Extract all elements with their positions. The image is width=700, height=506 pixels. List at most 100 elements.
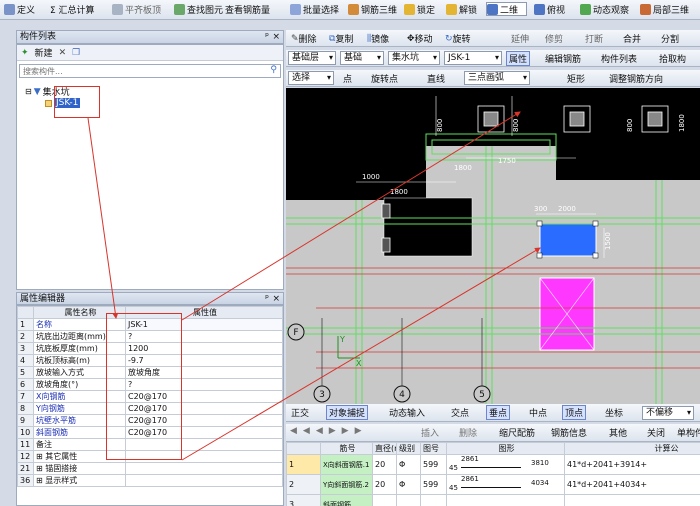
merge-button[interactable]: 合并	[620, 31, 644, 46]
perpendicular-snap[interactable]: 垂点	[486, 405, 511, 420]
copy-component-icon[interactable]: ❐	[72, 48, 80, 58]
select-button[interactable]: 选择	[288, 71, 334, 85]
rebar-info-button[interactable]: 钢筋信息	[548, 425, 590, 440]
col-header: 级别	[396, 442, 421, 455]
property-row[interactable]: 21 ⊞ 锚固搭接	[17, 462, 283, 475]
insert-button[interactable]: 插入	[418, 425, 442, 440]
lock-button[interactable]: 锁定	[404, 2, 435, 16]
type-dropdown[interactable]: 集水坑	[388, 51, 440, 65]
edit-rebar-button[interactable]: 编辑钢筋	[542, 51, 584, 66]
component-dropdown[interactable]: JSK-1	[444, 51, 502, 65]
rebar-row[interactable]: 1 X向斜面钢筋.1 20 Φ 599 2861 45 3810 41*d+2041+3914+	[286, 454, 700, 475]
define-button[interactable]: 定义	[4, 2, 35, 16]
rebar-cell-formula[interactable]: 41*d+2041+3914+	[564, 454, 700, 475]
other-dropdown[interactable]: 其他	[606, 425, 630, 440]
dynamic-view-button[interactable]: 动态观察	[580, 2, 629, 16]
category-dropdown[interactable]: 基础	[340, 51, 384, 65]
rebar-cell-fig[interactable]: 599	[420, 474, 447, 495]
flat-icon	[112, 3, 123, 15]
rebar-cell-name[interactable]: Y向斜面钢筋.2	[320, 474, 373, 495]
trim-button[interactable]: 修剪	[542, 31, 566, 46]
break-button[interactable]: 打断	[582, 31, 606, 46]
rebar-cell-name[interactable]: X向斜面钢筋.1	[320, 454, 373, 475]
rebar-cell-formula[interactable]	[564, 494, 700, 506]
delete-button[interactable]: ✎ 删除	[288, 31, 320, 46]
property-value[interactable]	[125, 462, 283, 475]
sum-calc-button[interactable]: Σ 汇总计算	[50, 2, 95, 16]
row-number: 7	[17, 390, 34, 403]
new-button[interactable]: 新建	[35, 46, 53, 59]
unlock-button[interactable]: 解锁	[446, 2, 477, 16]
single-weight-button[interactable]: 单构件	[674, 425, 700, 440]
vertex-snap[interactable]: 顶点	[562, 405, 587, 420]
rectangle-button[interactable]: 矩形	[564, 71, 588, 86]
coordinate-snap[interactable]: 坐标	[602, 405, 626, 420]
properties-button[interactable]: 属性	[506, 51, 531, 66]
close-rebar-button[interactable]: 关闭	[644, 425, 668, 440]
property-editor-title-bar: 属性编辑器 ᵖ ×	[16, 292, 284, 305]
view-rebar-button[interactable]: 查看钢筋量	[225, 2, 270, 16]
line-button[interactable]: 直线	[424, 71, 448, 86]
rebar-cell-grade[interactable]: Φ	[396, 474, 421, 495]
pin-icon[interactable]: ᵖ	[265, 293, 269, 305]
pin-icon[interactable]: ᵖ	[265, 31, 269, 43]
close-icon[interactable]: ×	[272, 31, 280, 43]
row-number: 21	[17, 462, 34, 475]
arc-dropdown[interactable]: 三点画弧	[464, 71, 530, 85]
close-icon[interactable]: ×	[272, 293, 280, 305]
nav-arrows[interactable]: ◀◀◀▶▶▶	[290, 426, 368, 436]
dim-text: 1800	[678, 114, 686, 132]
view-2d-dropdown[interactable]: 二维	[486, 2, 528, 16]
copy-button[interactable]: ⧉ 复制	[326, 31, 356, 46]
intersection-snap[interactable]: 交点	[448, 405, 472, 420]
search-input[interactable]	[20, 65, 260, 77]
find-element-button[interactable]: 查找图元	[174, 2, 223, 16]
flat-panel-button[interactable]: 平齐板顶	[112, 2, 161, 16]
rotate-button[interactable]: ↻ 旋转	[442, 31, 474, 46]
rebar-row[interactable]: 3 斜面钢筋	[286, 494, 700, 506]
offset-dropdown[interactable]: 不偏移	[642, 406, 694, 420]
split-button[interactable]: 分割	[658, 31, 682, 46]
component-list-button[interactable]: 构件列表	[598, 51, 640, 66]
axis-label-F: F	[293, 328, 298, 338]
delete-rebar-button[interactable]: 删除	[456, 425, 480, 440]
rebar-cell-grade[interactable]	[396, 494, 421, 506]
rebar-cell-num[interactable]: 3	[286, 494, 321, 506]
property-value[interactable]	[125, 474, 283, 487]
local-3d-button[interactable]: 局部三维	[640, 2, 689, 16]
rebar-cell-dia[interactable]	[372, 494, 397, 506]
object-snap-toggle[interactable]: 对象捕捉	[326, 405, 369, 420]
dynamic-input-toggle[interactable]: 动态输入	[386, 405, 428, 420]
rebar-cell-name[interactable]: 斜面钢筋	[320, 494, 373, 506]
mirror-button[interactable]: ⫼ 镜像	[364, 31, 392, 46]
extend-button[interactable]: 延伸	[508, 31, 532, 46]
top-view-button[interactable]: 俯视	[534, 2, 565, 16]
delete-component-icon[interactable]: ✕	[59, 48, 67, 58]
rebar-3d-button[interactable]: 钢筋三维	[348, 2, 397, 16]
property-row[interactable]: 36 ⊞ 显示样式	[17, 474, 283, 487]
rotate-point-button[interactable]: 旋转点	[368, 71, 401, 86]
rebar-cell-num[interactable]: 2	[286, 474, 321, 495]
rebar-row[interactable]: 2 Y向斜面钢筋.2 20 Φ 599 2861 45 4034 41*d+2041+4034+	[286, 474, 700, 495]
rebar-cell-grade[interactable]: Φ	[396, 454, 421, 475]
collapse-icon[interactable]: ⊟	[25, 87, 32, 96]
ortho-toggle[interactable]: 正交	[288, 405, 312, 420]
midpoint-snap[interactable]: 中点	[526, 405, 550, 420]
rebar-cell-dia[interactable]: 20	[372, 454, 397, 475]
rebar-cell-formula[interactable]: 41*d+2041+4034+	[564, 474, 700, 495]
rebar-cell-num[interactable]: 1	[286, 454, 321, 475]
pick-button[interactable]: 拾取构	[656, 51, 689, 66]
move-button[interactable]: ✥ 移动	[404, 31, 436, 46]
drawing-canvas[interactable]: 1000 1750 300 2000 800 800 800 1800 1800…	[286, 88, 700, 404]
rebar-cell-dia[interactable]: 20	[372, 474, 397, 495]
adjust-direction-button[interactable]: 调整钢筋方向	[606, 71, 666, 86]
batch-select-button[interactable]: 批量选择	[290, 2, 339, 16]
scale-rebar-button[interactable]: 缩尺配筋	[496, 425, 538, 440]
layer-dropdown[interactable]: 基础层	[288, 51, 336, 65]
point-button[interactable]: 点	[340, 71, 355, 86]
move-icon: ✥	[407, 33, 415, 44]
search-icon[interactable]: ⚲	[270, 65, 277, 75]
rebar-cell-fig[interactable]	[420, 494, 447, 506]
rebar-cell-fig[interactable]: 599	[420, 454, 447, 475]
search-field[interactable]: ⚲	[19, 64, 281, 78]
